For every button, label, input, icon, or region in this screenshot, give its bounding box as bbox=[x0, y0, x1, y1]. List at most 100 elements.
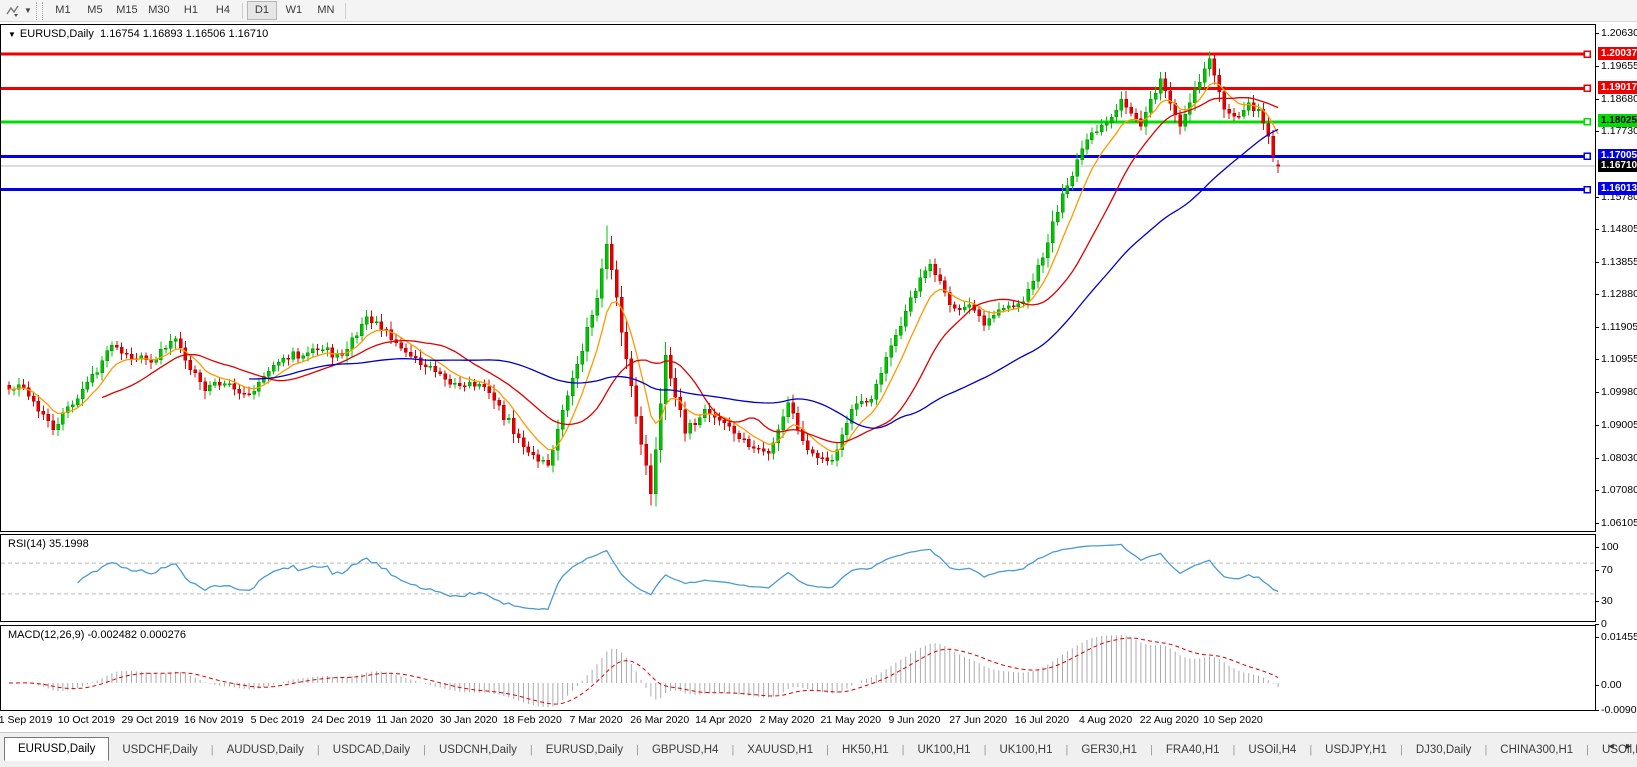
level-price-label-1.16013: 1.16013 bbox=[1598, 182, 1637, 196]
chart-window: ▼ EURUSD,Daily 1.16754 1.16893 1.16506 1.… bbox=[0, 24, 1637, 731]
date-tick: 4 Aug 2020 bbox=[1079, 714, 1133, 726]
tab-audusd-daily[interactable]: AUDUSD,Daily bbox=[214, 739, 317, 761]
timeframe-button-m30[interactable]: M30 bbox=[144, 1, 174, 20]
price-tick: 1.07080 bbox=[1595, 484, 1637, 497]
price-tick: 1.10955 bbox=[1595, 353, 1637, 366]
symbol-dropdown-icon[interactable]: ▼ bbox=[8, 30, 16, 39]
macd-axis-tick: -0.009001 bbox=[1594, 704, 1637, 716]
chart-tab-bar: EURUSD,Daily USDCHF,Daily | AUDUSD,Daily | US… bbox=[0, 732, 1637, 767]
price-tick: 1.13855 bbox=[1595, 255, 1637, 268]
date-tick: 24 Dec 2019 bbox=[311, 714, 371, 726]
tab-fra40-h1[interactable]: FRA40,H1 bbox=[1153, 739, 1233, 761]
current-price-label: 1.16710 bbox=[1598, 158, 1637, 172]
tab-scroll-left-icon[interactable]: ◄ bbox=[1607, 741, 1616, 751]
rsi-indicator-pane[interactable]: RSI(14) 35.1998 bbox=[0, 534, 1596, 622]
timeframe-button-w1[interactable]: W1 bbox=[279, 1, 309, 20]
tab-usoil-h4[interactable]: USOil,H4 bbox=[1235, 739, 1309, 761]
price-tick: 1.14805 bbox=[1595, 223, 1637, 236]
timeframe-button-h4[interactable]: H4 bbox=[208, 1, 238, 20]
timeframe-button-h1[interactable]: H1 bbox=[176, 1, 206, 20]
date-tick: 10 Sep 2020 bbox=[1203, 714, 1263, 726]
tab-dj30-daily[interactable]: DJ30,Daily bbox=[1403, 739, 1485, 761]
rsi-axis-tick: 30 bbox=[1595, 594, 1613, 607]
date-tick: 11 Jan 2020 bbox=[376, 714, 434, 726]
moving-average-line-0 bbox=[9, 82, 1279, 453]
date-tick: 16 Jul 2020 bbox=[1014, 714, 1070, 726]
date-tick: 26 Mar 2020 bbox=[630, 714, 690, 726]
tab-scroll-right-icon[interactable]: ► bbox=[1624, 741, 1633, 751]
timeframe-button-m5[interactable]: M5 bbox=[80, 1, 110, 20]
date-tick: 29 Oct 2019 bbox=[121, 714, 179, 726]
tab-china300-h1[interactable]: CHINA300,H1 bbox=[1487, 739, 1586, 761]
tab-usdchf-daily[interactable]: USDCHF,Daily bbox=[109, 739, 210, 761]
price-tick: 1.11905 bbox=[1594, 321, 1637, 334]
price-tick: 1.06105 bbox=[1595, 516, 1637, 529]
macd-histogram bbox=[18, 634, 1279, 708]
candlestick-series bbox=[7, 51, 1280, 507]
chart-ohlc-values: 1.16754 1.16893 1.16506 1.16710 bbox=[100, 28, 269, 40]
timeframe-button-mn[interactable]: MN bbox=[311, 1, 341, 20]
date-tick: 2 May 2020 bbox=[759, 714, 815, 726]
level-line-handle[interactable] bbox=[1583, 50, 1591, 58]
chart-title: ▼ EURUSD,Daily 1.16754 1.16893 1.16506 1.… bbox=[8, 28, 268, 40]
tab-eurusd-daily[interactable]: EURUSD,Daily bbox=[4, 737, 110, 761]
timeframe-button-m15[interactable]: M15 bbox=[112, 1, 142, 20]
date-axis[interactable]: 21 Sep 2019 10 Oct 2019 29 Oct 2019 16 Nov … bbox=[0, 711, 1596, 731]
rsi-line bbox=[77, 543, 1279, 611]
date-tick: 10 Oct 2019 bbox=[57, 714, 115, 726]
level-price-label-1.20037: 1.20037 bbox=[1598, 46, 1637, 60]
date-tick: 9 Jun 2020 bbox=[888, 714, 941, 726]
macd-indicator-pane[interactable]: MACD(12,26,9) -0.002482 0.000276 bbox=[0, 625, 1596, 711]
tab-ger30-h1[interactable]: GER30,H1 bbox=[1068, 739, 1150, 761]
macd-signal-line bbox=[9, 637, 1279, 705]
rsi-axis-tick: 0 bbox=[1595, 618, 1607, 630]
date-tick: 21 May 2020 bbox=[820, 714, 882, 726]
price-tick: 1.09980 bbox=[1595, 386, 1637, 399]
tab-usdcnh-daily[interactable]: USDCNH,Daily bbox=[426, 739, 530, 761]
date-tick: 5 Dec 2019 bbox=[250, 714, 305, 726]
tab-usdjpy-h1[interactable]: USDJPY,H1 bbox=[1312, 739, 1400, 761]
tab-usdcad-daily[interactable]: USDCAD,Daily bbox=[320, 739, 423, 761]
rsi-value: 35.1998 bbox=[48, 538, 89, 550]
timeframe-button-d1[interactable]: D1 bbox=[246, 1, 277, 20]
tab-hk50-h1[interactable]: HK50,H1 bbox=[829, 739, 902, 761]
date-tick: 18 Feb 2020 bbox=[502, 714, 562, 726]
level-line-handle[interactable] bbox=[1583, 185, 1591, 194]
tab-uk100-h1[interactable]: UK100,H1 bbox=[986, 739, 1065, 761]
chart-tools-icon[interactable] bbox=[3, 2, 23, 20]
candlestick-chart-canvas[interactable] bbox=[1, 25, 1595, 531]
macd-label: MACD(12,26,9) -0.002482 0.000276 bbox=[8, 629, 186, 641]
chart-tabs: EURUSD,Daily USDCHF,Daily | AUDUSD,Daily | US… bbox=[4, 737, 1637, 761]
price-tick: 1.08030 bbox=[1595, 451, 1637, 464]
level-line-handle[interactable] bbox=[1583, 84, 1591, 93]
toolbar-grip[interactable] bbox=[35, 1, 43, 20]
macd-axis-tick: 0.014556 bbox=[1595, 631, 1637, 643]
tab-xauusd-h1[interactable]: XAUUSD,H1 bbox=[734, 739, 826, 761]
level-line-handle[interactable] bbox=[1583, 152, 1591, 161]
rsi-axis-tick: 100 bbox=[1595, 541, 1619, 553]
dropdown-caret-icon[interactable]: ▼ bbox=[24, 6, 32, 15]
tab-eurusd-daily[interactable]: EURUSD,Daily bbox=[533, 739, 636, 761]
timeframe-button-group: M1 M5 M15 M30 H1 H4 D1 W1 MN bbox=[47, 1, 349, 20]
timeframe-button-m1[interactable]: M1 bbox=[48, 1, 78, 20]
toolbar-separator bbox=[344, 2, 346, 19]
macd-axis-tick: 0.00 bbox=[1594, 679, 1622, 691]
price-tick: 1.18680 bbox=[1595, 92, 1637, 105]
tab-uk100-h1[interactable]: UK100,H1 bbox=[905, 739, 984, 761]
toolbar-separator bbox=[241, 2, 243, 19]
moving-average-line-2 bbox=[249, 128, 1279, 429]
tab-gbpusd-h4[interactable]: GBPUSD,H4 bbox=[639, 739, 731, 761]
level-line-handle[interactable] bbox=[1583, 118, 1591, 126]
chart-symbol: EURUSD,Daily bbox=[19, 28, 94, 40]
level-price-label-1.19017: 1.19017 bbox=[1598, 80, 1637, 94]
rsi-label: RSI(14) 35.1998 bbox=[8, 538, 89, 550]
price-tick: 1.09005 bbox=[1595, 419, 1637, 432]
date-tick: 30 Jan 2020 bbox=[439, 714, 498, 726]
date-tick: 27 Jun 2020 bbox=[949, 714, 1008, 726]
date-tick: 22 Aug 2020 bbox=[1139, 714, 1199, 726]
macd-values: -0.002482 0.000276 bbox=[87, 629, 186, 641]
main-chart-pane[interactable]: ▼ EURUSD,Daily 1.16754 1.16893 1.16506 1.… bbox=[0, 24, 1596, 532]
zigzag-cursor-icon bbox=[6, 5, 19, 17]
top-toolbar: ▼ M1 M5 M15 M30 H1 H4 D1 W1 MN bbox=[0, 0, 1637, 22]
date-tick: 7 Mar 2020 bbox=[569, 714, 623, 726]
